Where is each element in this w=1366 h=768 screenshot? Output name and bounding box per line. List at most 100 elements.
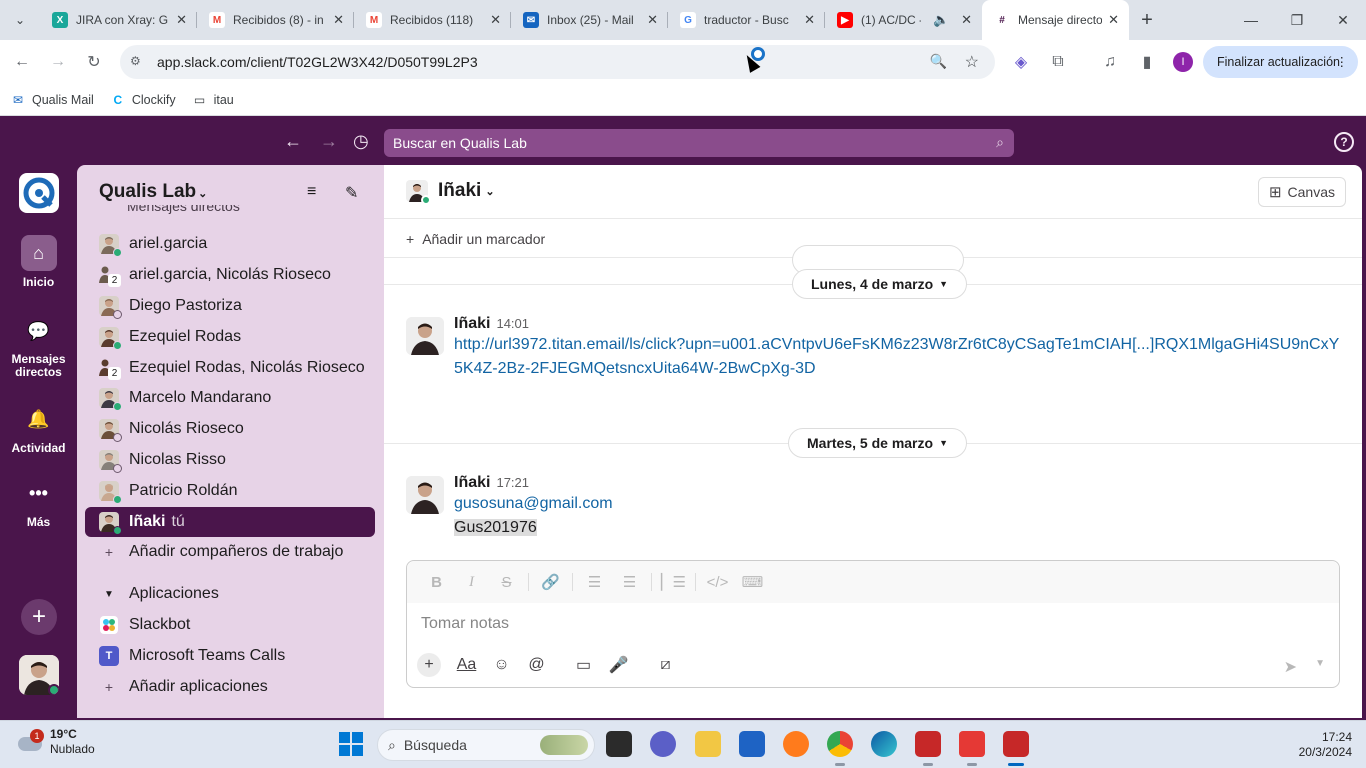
teams-chat-icon[interactable]: [650, 731, 676, 757]
close-icon[interactable]: ✕: [327, 12, 344, 28]
microphone-icon[interactable]: 🎤: [601, 655, 636, 675]
ordered-list-icon[interactable]: ☰: [577, 573, 612, 591]
slack-search-bar[interactable]: Buscar en Qualis Lab ⌕: [384, 129, 1014, 157]
snipping-tool-icon[interactable]: [959, 731, 985, 757]
weather-widget[interactable]: 1 19°C Nublado: [16, 727, 95, 757]
close-icon[interactable]: ✕: [1102, 12, 1119, 28]
tab-youtube[interactable]: ▶ (1) AC/DC - 🔈 ✕: [825, 0, 982, 40]
history-forward-icon[interactable]: →: [320, 131, 338, 152]
update-button[interactable]: Finalizar actualización ⋮: [1203, 46, 1358, 78]
add-coworkers[interactable]: + Añadir compañeros de trabajo: [85, 537, 375, 567]
extension-icon[interactable]: ◈: [1003, 44, 1039, 80]
sidebar-dm-item[interactable]: 2 ariel.garcia, Nicolás Rioseco: [85, 260, 375, 290]
minimize-icon[interactable]: —: [1228, 0, 1274, 40]
sidebar-dm-item[interactable]: Ezequiel Rodas: [85, 322, 375, 352]
formatting-toggle-icon[interactable]: Aa: [449, 656, 484, 674]
app-rx-active-icon[interactable]: [1003, 731, 1029, 757]
sidebar-item-teams-calls[interactable]: T Microsoft Teams Calls: [85, 641, 375, 671]
taskbar-search[interactable]: ⌕ Búsqueda: [377, 729, 595, 761]
new-tab-plus-icon[interactable]: +: [1129, 9, 1165, 32]
shortcuts-slash-icon[interactable]: ⧄: [648, 656, 683, 674]
strikethrough-icon[interactable]: S: [489, 574, 524, 591]
address-bar[interactable]: ⚙ app.slack.com/client/T02GL2W3X42/D050T…: [120, 45, 995, 79]
puzzle-extensions-icon[interactable]: ⧉: [1040, 44, 1076, 80]
taskview-app-icon[interactable]: [606, 731, 632, 757]
store-icon[interactable]: [739, 731, 765, 757]
sidebar-dm-item[interactable]: Nicolás Rioseco: [85, 414, 375, 444]
rail-home[interactable]: ⌂ Inicio: [0, 235, 77, 289]
send-icon[interactable]: ➤: [1284, 657, 1297, 677]
send-options-chevron-icon[interactable]: ▼: [1315, 658, 1325, 669]
sidebar-dm-item[interactable]: Diego Pastoriza: [85, 291, 375, 321]
history-back-icon[interactable]: ←: [284, 131, 302, 152]
message-item[interactable]: Iñaki 14:01 http://url3972.titan.email/ls…: [406, 315, 1346, 381]
sidebar-dm-item[interactable]: ariel.garcia: [85, 229, 375, 259]
file-explorer-icon[interactable]: [695, 731, 721, 757]
sidebar-dm-item[interactable]: 2 Ezequiel Rodas, Nicolás Rioseco: [85, 353, 375, 383]
section-header-partial[interactable]: Mensajes directos: [127, 205, 240, 215]
back-arrow-icon[interactable]: ←: [4, 44, 40, 80]
media-control-icon[interactable]: ♫: [1092, 44, 1128, 80]
message-author[interactable]: Iñaki: [454, 474, 490, 491]
help-icon[interactable]: ?: [1334, 132, 1354, 152]
message-timestamp[interactable]: 17:21: [496, 475, 529, 490]
edge-icon[interactable]: [871, 731, 897, 757]
code-icon[interactable]: </>: [700, 574, 735, 591]
workspace-logo[interactable]: [19, 173, 59, 213]
blockquote-icon[interactable]: ▏☰: [656, 573, 691, 591]
tab-google[interactable]: G traductor - Busc ✕: [668, 0, 825, 40]
sidebar-dm-item[interactable]: Marcelo Mandarano: [85, 383, 375, 413]
close-icon[interactable]: ✕: [170, 12, 187, 28]
windows-start-icon[interactable]: [338, 731, 366, 759]
zoom-icon[interactable]: 🔍: [930, 53, 947, 70]
url-text[interactable]: app.slack.com/client/T02GL2W3X42/D050T99…: [157, 54, 478, 70]
canvas-button[interactable]: ⊞ Canvas: [1257, 177, 1346, 207]
date-divider-button[interactable]: Lunes, 4 de marzo ▼: [792, 269, 968, 299]
close-icon[interactable]: ✕: [798, 12, 815, 28]
app-rx-icon[interactable]: [915, 731, 941, 757]
chrome-icon[interactable]: [827, 731, 853, 757]
sidebar-dm-item[interactable]: Iñaki tú: [85, 507, 375, 537]
composer-input[interactable]: Tomar notas: [421, 615, 509, 633]
message-author[interactable]: Iñaki: [454, 315, 490, 332]
sidebar-item-slackbot[interactable]: Slackbot: [85, 610, 375, 640]
attach-plus-icon[interactable]: +: [417, 653, 441, 677]
bulleted-list-icon[interactable]: ☰: [612, 573, 647, 591]
emoji-icon[interactable]: ☺: [484, 656, 519, 674]
sidebar-dm-item[interactable]: Patricio Roldán: [85, 476, 375, 506]
system-clock[interactable]: 17:24 20/3/2024: [1299, 730, 1352, 760]
forward-arrow-icon[interactable]: →: [40, 44, 76, 80]
user-avatar[interactable]: [19, 655, 59, 695]
firefox-icon[interactable]: [783, 731, 809, 757]
tab-search-chevron-icon[interactable]: ⌄: [0, 0, 40, 40]
mention-icon[interactable]: @: [519, 656, 554, 674]
add-plus-icon[interactable]: +: [21, 599, 57, 635]
video-clip-icon[interactable]: ▭: [566, 655, 601, 675]
message-text-selected[interactable]: Gus201976: [454, 519, 537, 536]
bookmark-qualis-mail[interactable]: ✉ Qualis Mail: [10, 93, 94, 107]
kebab-menu-icon[interactable]: ⋮: [1336, 54, 1349, 69]
profile-avatar[interactable]: I: [1173, 52, 1193, 72]
filter-icon[interactable]: ≡: [307, 183, 316, 201]
rail-dms[interactable]: 💬 Mensajes directos: [0, 313, 77, 379]
close-icon[interactable]: ✕: [955, 12, 972, 28]
rail-activity[interactable]: 🔔 Actividad: [0, 401, 77, 456]
message-email-link[interactable]: gusosuna@gmail.com: [454, 492, 1346, 516]
tab-jira[interactable]: X JIRA con Xray: G ✕: [40, 0, 197, 40]
rail-more[interactable]: ••• Más: [0, 475, 77, 530]
message-composer[interactable]: B I S 🔗 ☰ ☰ ▏☰ </> ⌨ Tomar notas + Aa ☺ …: [406, 560, 1340, 688]
message-link[interactable]: http://url3972.titan.email/ls/click?upn=…: [454, 333, 1346, 381]
message-avatar[interactable]: [406, 476, 444, 514]
italic-icon[interactable]: I: [454, 574, 489, 591]
add-apps[interactable]: + Añadir aplicaciones: [85, 672, 375, 702]
history-clock-icon[interactable]: ◷: [353, 131, 369, 152]
window-close-icon[interactable]: ✕: [1320, 0, 1366, 40]
bookmark-itau[interactable]: ▭ itau: [192, 93, 234, 107]
tab-gmail-2[interactable]: M Recibidos (118) ✕: [354, 0, 511, 40]
code-block-icon[interactable]: ⌨: [735, 573, 770, 591]
apps-section-header[interactable]: ▼ Aplicaciones: [85, 579, 375, 609]
reload-icon[interactable]: ↻: [76, 44, 112, 80]
date-divider-button[interactable]: Martes, 5 de marzo ▼: [788, 428, 967, 458]
channel-title-menu[interactable]: Iñaki ⌄: [406, 180, 495, 205]
bold-icon[interactable]: B: [419, 574, 454, 591]
